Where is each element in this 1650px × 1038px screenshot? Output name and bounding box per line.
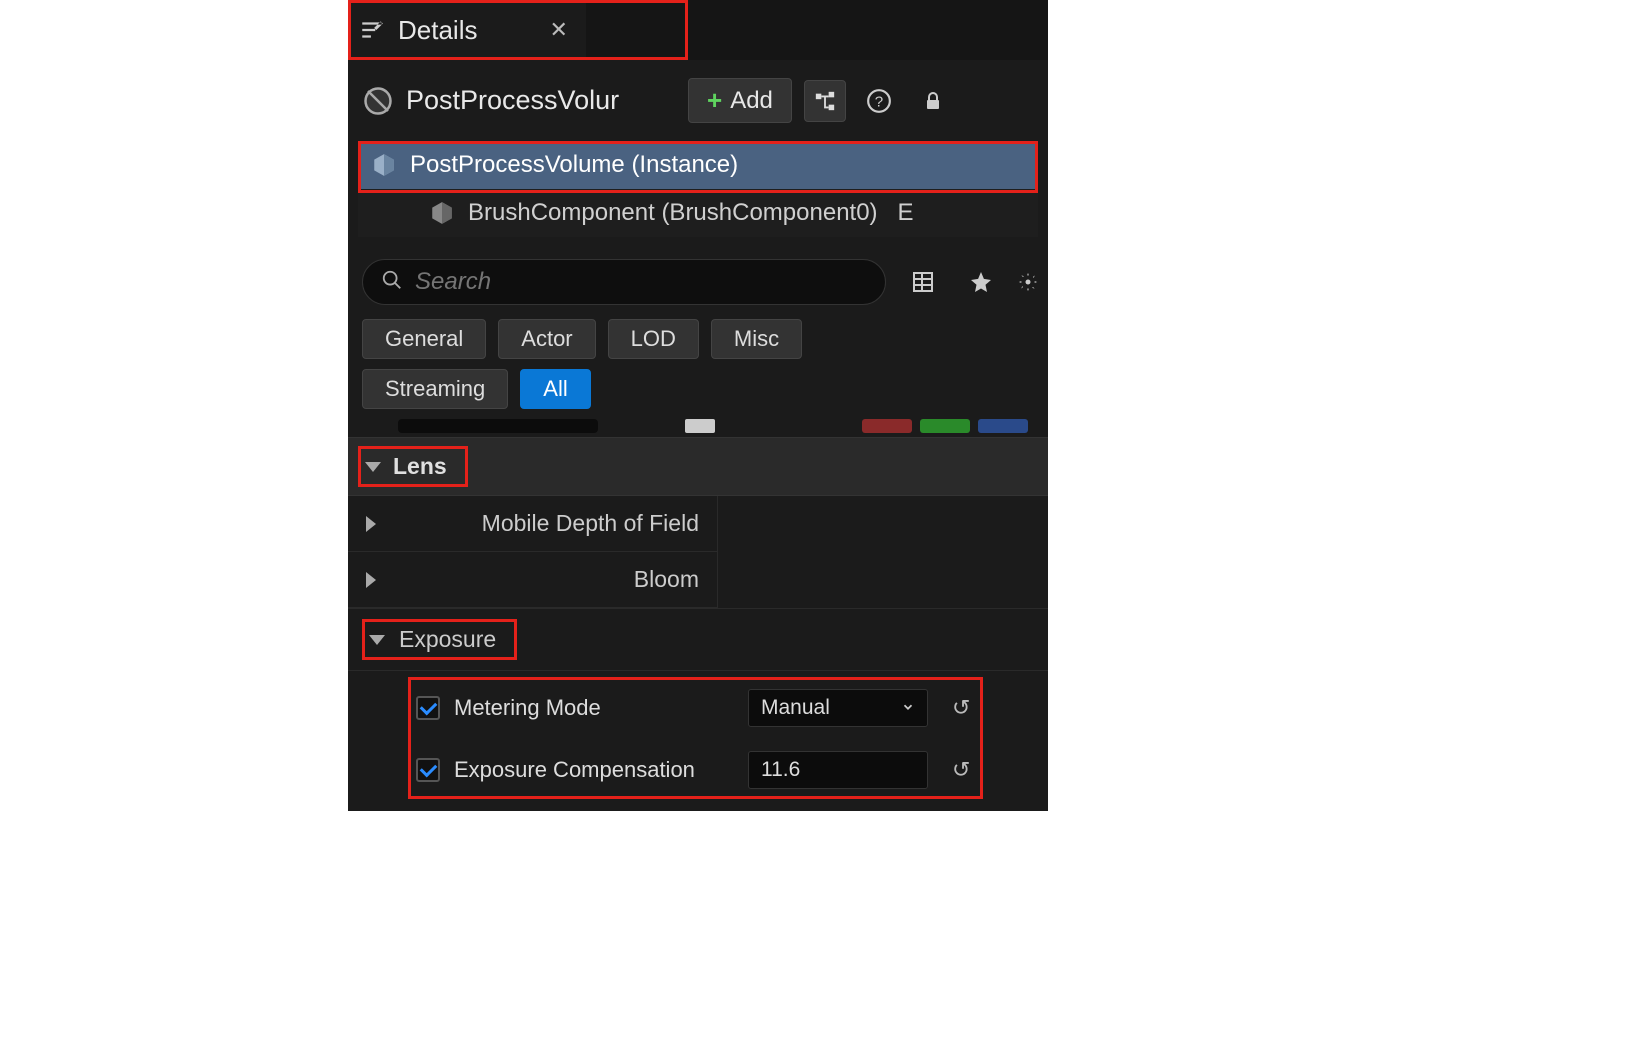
brush-cube-icon [428,199,456,227]
lock-button[interactable] [912,80,954,122]
search-box[interactable] [362,259,886,305]
prop-exposure-compensation: Exposure Compensation 11.6 ↺ [408,739,1048,801]
subcat-exposure-label: Exposure [399,626,496,653]
subcat-bloom-label: Bloom [634,566,699,593]
component-tree: PostProcessVolume (Instance) BrushCompon… [358,141,1038,237]
prop-metering-mode: Metering Mode Manual ↺ [408,677,1048,739]
actor-header-row: PostProcessVolur + Add ? [348,60,1048,141]
dropdown-metering[interactable]: Manual [748,689,928,727]
input-compensation-value: 11.6 [761,758,800,781]
filter-general[interactable]: General [362,319,486,359]
label-compensation: Exposure Compensation [454,757,734,783]
partial-value-box [398,419,598,433]
details-tab-icon [358,16,386,44]
annotation-highlight-lens: Lens [358,446,468,487]
partial-xyz-pills [862,419,1028,433]
exposure-properties: Metering Mode Manual ↺ Exposure Compensa… [408,677,1048,801]
category-lens-label: Lens [393,453,447,480]
reset-compensation-icon[interactable]: ↺ [952,757,970,783]
filter-streaming[interactable]: Streaming [362,369,508,409]
postprocess-actor-icon [362,85,394,117]
details-tab-label: Details [398,15,477,46]
svg-text:?: ? [875,93,883,110]
help-button[interactable]: ? [858,80,900,122]
annotation-highlight-exposure: Exposure [362,619,517,660]
input-compensation[interactable]: 11.6 [748,751,928,789]
filter-actor[interactable]: Actor [498,319,595,359]
filter-row-2: Streaming All [348,369,1048,419]
subcat-mobile-dof-label: Mobile Depth of Field [482,510,699,537]
tree-item-brush-label: BrushComponent (BrushComponent0) [468,199,878,227]
add-component-button[interactable]: + Add [688,78,792,123]
category-lens[interactable]: Lens [348,437,1048,496]
collapse-arrow-icon [366,572,620,588]
blueprint-graph-button[interactable] [804,80,846,122]
property-matrix-icon[interactable] [902,261,944,303]
filter-misc[interactable]: Misc [711,319,802,359]
close-tab-icon[interactable]: ✕ [549,17,567,43]
dropdown-metering-value: Manual [761,696,830,720]
settings-gear-icon[interactable] [1018,261,1038,303]
search-row [348,253,1048,319]
search-icon [381,269,403,296]
subcat-mobile-dof[interactable]: Mobile Depth of Field [348,496,717,552]
collapse-arrow-icon [366,516,468,532]
filter-all[interactable]: All [520,369,590,409]
expand-arrow-icon [365,462,381,472]
subcat-bloom[interactable]: Bloom [348,552,717,608]
volume-cube-icon [370,151,398,179]
details-panel: Details ✕ PostProcessVolur + Add ? Po [348,0,1048,811]
search-input[interactable] [415,268,867,296]
label-metering: Metering Mode [454,695,734,721]
subcat-exposure[interactable]: Exposure [348,608,1048,671]
filter-row: General Actor LOD Misc [348,319,1048,369]
chevron-down-icon [901,696,915,720]
details-tab[interactable]: Details ✕ [348,0,586,60]
add-button-label: Add [730,87,773,115]
actor-name-label: PostProcessVolur [406,85,676,116]
favorite-star-icon[interactable] [960,261,1002,303]
tree-item-brush[interactable]: BrushComponent (BrushComponent0) E [358,189,1038,237]
tree-item-instance[interactable]: PostProcessVolume (Instance) [358,141,1038,189]
checkbox-metering[interactable] [416,696,440,720]
lens-grid: Mobile Depth of Field Bloom [348,496,1048,608]
expand-arrow-icon [369,635,385,645]
checkbox-compensation[interactable] [416,758,440,782]
partial-swatch [685,419,715,433]
tab-bar: Details ✕ [348,0,1048,60]
tree-item-instance-label: PostProcessVolume (Instance) [410,151,738,179]
reset-metering-icon[interactable]: ↺ [952,695,970,721]
tree-item-brush-suffix: E [898,199,914,227]
partial-property-row [348,419,1048,437]
plus-icon: + [707,85,722,116]
filter-lod[interactable]: LOD [608,319,699,359]
